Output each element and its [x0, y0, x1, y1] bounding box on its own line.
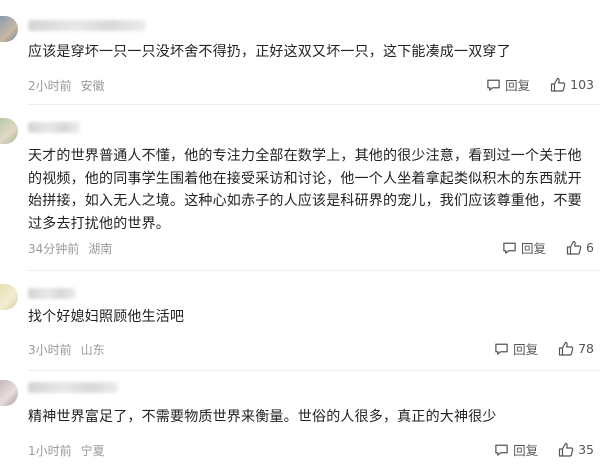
comment-location: 宁夏: [80, 444, 105, 458]
reply-label: 回复: [505, 78, 531, 93]
thumbs-up-icon: [558, 442, 574, 457]
username-blurred[interactable]: [28, 288, 76, 299]
like-count: 35: [578, 442, 594, 457]
comment-text: 精神世界富足了，不需要物质世界来衡量。世俗的人很多，真正的大神很少: [28, 409, 497, 425]
comment-meta: 1小时前 宁夏: [28, 442, 105, 459]
comment-meta: 2小时前 安徽: [28, 77, 105, 94]
comment-location: 山东: [80, 343, 105, 357]
comment-time: 3小时前: [28, 343, 72, 357]
comment-location: 湖南: [88, 242, 113, 256]
divider: [28, 104, 600, 105]
like-button[interactable]: 6: [566, 240, 594, 256]
like-count: 103: [570, 77, 594, 92]
thumbs-up-icon: [551, 77, 566, 92]
reply-button[interactable]: 回复: [486, 75, 530, 94]
comment-bubble-icon: [503, 242, 516, 254]
comment-actions: 回复 6: [502, 238, 594, 257]
like-button[interactable]: 103: [550, 77, 594, 93]
comment-time: 1小时前: [28, 444, 72, 458]
comment-bubble-icon: [487, 79, 500, 91]
avatar[interactable]: [0, 16, 18, 42]
comment-item: 天才的世界普通人不懂，他的专注力全部在数学上，其他的很少注意，看到过一个关于他的…: [0, 108, 600, 271]
comment-time: 2小时前: [28, 79, 72, 93]
comment-text: 应该是穿坏一只一只没坏舍不得扔，正好这双又坏一只，这下能凑成一双穿了: [28, 44, 511, 60]
like-count: 6: [586, 240, 594, 255]
reply-button[interactable]: 回复: [494, 440, 538, 459]
reply-button[interactable]: 回复: [494, 339, 538, 358]
comment-location: 安徽: [80, 79, 105, 93]
reply-label: 回复: [521, 241, 547, 256]
comment-text: 找个好媳妇照顾他生活吧: [28, 309, 185, 325]
like-count: 78: [578, 341, 594, 356]
comment-item: 找个好媳妇照顾他生活吧 3小时前 山东 回复 78: [0, 274, 600, 371]
comment-text: 天才的世界普通人不懂，他的专注力全部在数学上，其他的很少注意，看到过一个关于他的…: [28, 148, 582, 232]
comment-item: 应该是穿坏一只一只没坏舍不得扔，正好这双又坏一只，这下能凑成一双穿了 2小时前安…: [0, 0, 600, 105]
comment-meta: 34分钟前 湖南: [28, 240, 112, 257]
avatar[interactable]: [0, 118, 18, 144]
comment-bubble-icon: [495, 444, 508, 456]
comment-time: 34分钟前: [28, 242, 80, 256]
username-blurred[interactable]: [28, 382, 118, 393]
comment-bubble-icon: [495, 343, 508, 355]
avatar[interactable]: [0, 284, 18, 310]
comment-actions: 回复 78: [494, 339, 594, 358]
reply-label: 回复: [513, 443, 539, 458]
reply-label: 回复: [513, 342, 539, 357]
thumbs-up-icon: [558, 341, 574, 356]
username-blurred[interactable]: [28, 20, 146, 31]
thumbs-up-icon: [566, 240, 582, 255]
reply-button[interactable]: 回复: [502, 238, 546, 257]
comment-actions: 回复 35: [494, 440, 594, 459]
avatar[interactable]: [0, 380, 18, 406]
like-button[interactable]: 78: [558, 341, 594, 357]
like-button[interactable]: 35: [558, 442, 594, 458]
username-blurred[interactable]: [28, 122, 80, 133]
divider: [28, 370, 600, 371]
comment-item: 精神世界富足了，不需要物质世界来衡量。世俗的人很多，真正的大神很少 1小时前 宁夏…: [0, 374, 600, 468]
divider: [28, 270, 600, 271]
comment-meta: 3小时前 山东: [28, 341, 105, 358]
comment-actions: 回复 103: [486, 75, 594, 94]
